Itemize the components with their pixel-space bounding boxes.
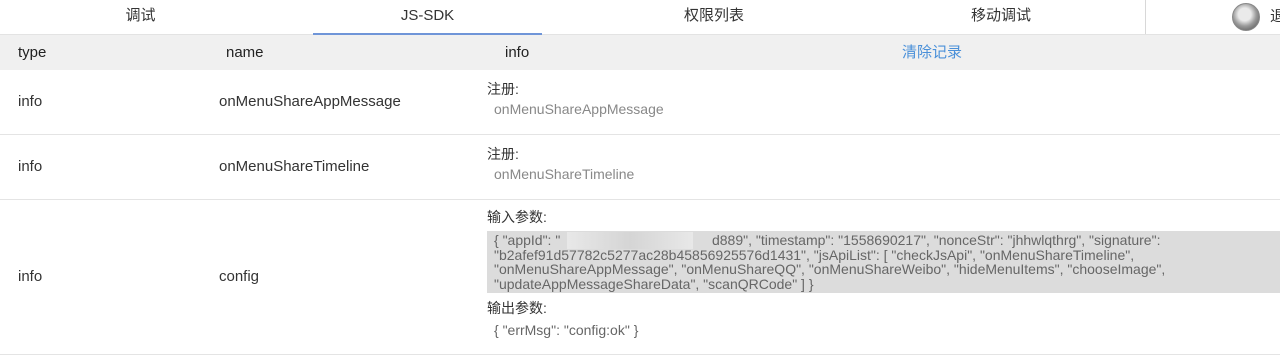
table-row: info config 输入参数: { "appId": " d889", "t… [0, 200, 1280, 355]
table-row: info onMenuShareAppMessage 注册: onMenuSha… [0, 70, 1280, 135]
tab-permission-list[interactable]: 权限列表 [600, 0, 828, 34]
tab-debug[interactable]: 调试 [0, 0, 281, 34]
input-params-line: "b2afef91d57782c5277ac28b45856925576d143… [494, 246, 1135, 263]
row-name: config [219, 268, 260, 285]
row-type: info [18, 268, 43, 285]
row-info: 注册: onMenuShareTimeline [487, 145, 634, 184]
tab-divider [1145, 0, 1146, 34]
clear-records-button[interactable]: 清除记录 [902, 35, 962, 70]
info-title: 注册: [487, 146, 519, 162]
row-type: info [18, 158, 43, 175]
redacted-appid-blur [567, 232, 693, 249]
input-params-title: 输入参数: [487, 209, 547, 225]
header-type: type [18, 44, 47, 61]
info-title: 注册: [487, 81, 519, 97]
table-row: info onMenuShareTimeline 注册: onMenuShare… [0, 135, 1280, 200]
output-params-title: 输出参数: [487, 300, 547, 316]
row-name: onMenuShareAppMessage [219, 93, 401, 110]
header-info: info [505, 44, 530, 61]
info-value: onMenuShareTimeline [494, 166, 635, 182]
input-params-value: { "appId": " d889", "timestamp": "155869… [487, 231, 1280, 293]
logout-link[interactable]: 退 [1270, 0, 1280, 34]
info-value: onMenuShareAppMessage [494, 101, 664, 117]
row-name: onMenuShareTimeline [219, 158, 370, 175]
header-name: name [226, 44, 264, 61]
tab-mobile-debug[interactable]: 移动调试 [886, 0, 1116, 34]
top-tab-bar: 调试 JS-SDK 权限列表 移动调试 退 [0, 0, 1280, 35]
avatar[interactable] [1232, 3, 1260, 31]
input-params-line: "onMenuShareAppMessage", "onMenuShareQQ"… [494, 261, 1166, 277]
row-info: 注册: onMenuShareAppMessage [487, 80, 664, 119]
input-params-line: "updateAppMessageShareData", "scanQRCode… [494, 275, 814, 292]
row-type: info [18, 93, 43, 110]
tab-js-sdk[interactable]: JS-SDK [313, 0, 542, 35]
output-params-value: { "errMsg": "config:ok" } [494, 322, 639, 338]
table-header: type name info 清除记录 [0, 35, 1280, 70]
